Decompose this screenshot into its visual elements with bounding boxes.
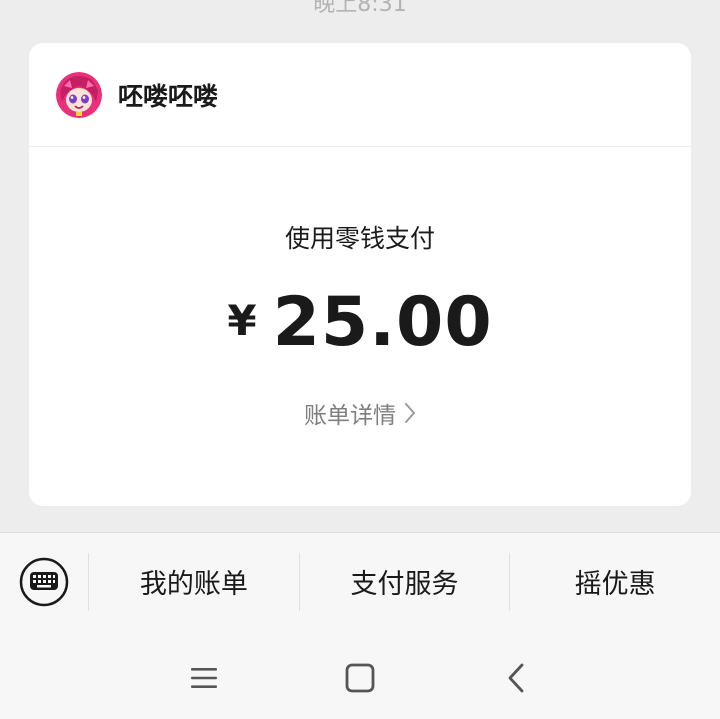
bill-detail-label: 账单详情 <box>304 403 396 429</box>
merchant-avatar <box>56 71 102 118</box>
currency-symbol: ¥ <box>227 296 257 345</box>
payment-card[interactable]: 呸喽呸喽 使用零钱支付 ¥ 25.00 账单详情 <box>29 43 691 506</box>
card-header: 呸喽呸喽 <box>29 43 691 147</box>
menu-item-payment-services[interactable]: 支付服务 <box>300 533 510 631</box>
menu-item-my-bills[interactable]: 我的账单 <box>89 533 299 631</box>
menu-icon <box>191 668 217 688</box>
merchant-name: 呸喽呸喽 <box>118 81 219 111</box>
back-chevron-icon <box>508 663 524 693</box>
home-nav-button[interactable] <box>340 658 380 698</box>
bottom-menu-bar: 我的账单 支付服务 摇优惠 <box>0 532 720 630</box>
bill-detail-link[interactable]: 账单详情 <box>29 396 691 430</box>
keyboard-icon <box>19 557 69 606</box>
amount-row: ¥ 25.00 <box>29 283 691 362</box>
home-square-icon <box>345 663 375 693</box>
keyboard-toggle-button[interactable] <box>0 533 88 631</box>
message-timestamp: 晚上8:31 <box>313 0 407 17</box>
menu-item-shake-discounts[interactable]: 摇优惠 <box>510 533 720 631</box>
payment-amount: 25.00 <box>272 283 493 362</box>
payment-method-label: 使用零钱支付 <box>284 224 435 253</box>
system-navigation-bar <box>0 630 720 719</box>
chevron-right-icon <box>404 402 416 424</box>
back-nav-button[interactable] <box>496 658 536 698</box>
menu-nav-button[interactable] <box>184 658 224 698</box>
